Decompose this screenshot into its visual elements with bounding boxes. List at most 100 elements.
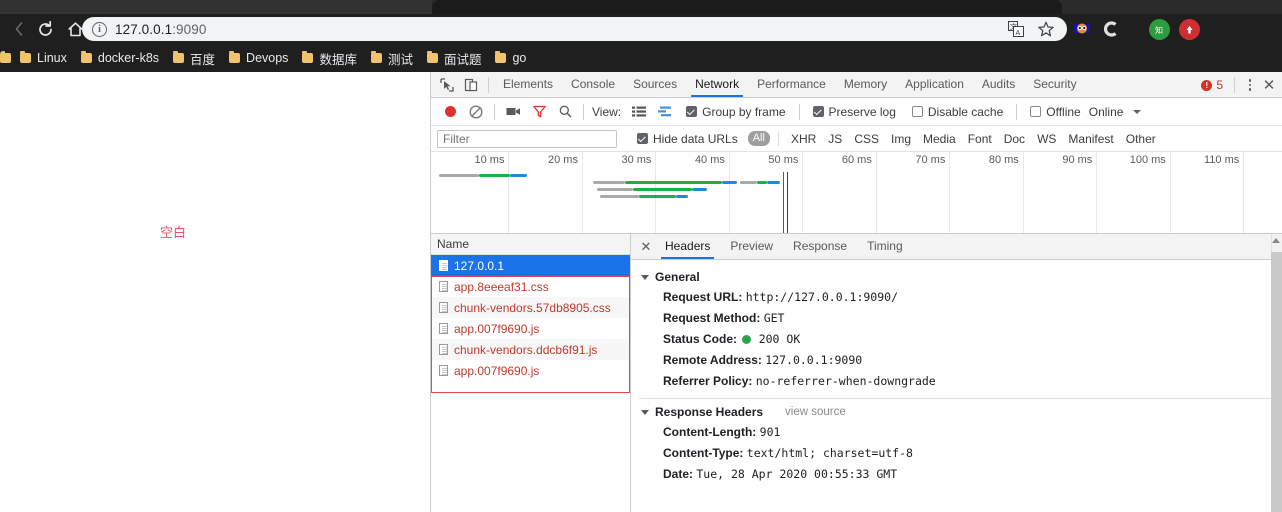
type-filter-font[interactable]: Font [962,132,998,146]
browser-tab-active[interactable] [432,0,1062,14]
reload-button[interactable] [32,16,58,42]
bookmark-item-7[interactable]: go [489,49,534,67]
filter-input[interactable] [437,129,617,148]
list-view-icon[interactable] [626,100,652,124]
type-filter-ws[interactable]: WS [1031,132,1062,146]
table-row[interactable]: app.007f9690.js [431,318,630,339]
overview-tick-label: 70 ms [915,154,946,166]
header-value: text/html; charset=utf-8 [746,446,913,460]
table-row[interactable]: app.007f9690.js [431,360,630,381]
record-button[interactable] [437,100,463,124]
scrollbar-thumb[interactable] [1271,252,1282,512]
devtools-tab-elements[interactable]: Elements [494,72,562,97]
offline-checkbox[interactable]: Offline [1030,104,1081,119]
waterfall-bar [739,181,757,184]
address-bar[interactable]: i 127.0.0.1:9090 文 A [82,17,1067,41]
section-response-headers-header[interactable]: Response Headers view source [639,401,1282,422]
disable-cache-checkbox[interactable]: Disable cache [911,104,1004,119]
translate-icon[interactable]: 文 A [1007,20,1025,38]
table-row[interactable]: app.8eeeaf31.css [431,276,630,297]
waterfall-bar [639,195,676,198]
waterfall-bar [600,195,640,198]
detail-tab-preview[interactable]: Preview [720,234,783,259]
bookmark-star-icon[interactable] [1037,20,1055,38]
type-filter-manifest[interactable]: Manifest [1062,132,1119,146]
group-by-frame-checkbox[interactable]: Group by frame [686,105,786,119]
clear-button[interactable] [463,100,489,124]
section-general-header[interactable]: General [639,266,1282,287]
throttling-value[interactable]: Online [1089,105,1124,119]
bookmark-item-3[interactable]: Devops [223,49,296,67]
omnibox-actions: 文 A [1007,20,1055,38]
address-bar-text: 127.0.0.1:9090 [115,22,207,37]
capture-screenshots-icon[interactable] [500,100,526,124]
device-toolbar-icon[interactable] [459,74,483,96]
overview-gridline [508,152,510,233]
filter-icon[interactable] [526,100,552,124]
detail-tab-response[interactable]: Response [783,234,857,259]
detail-tab-timing[interactable]: Timing [857,234,913,259]
bookmark-item-6[interactable]: 面试题 [421,47,490,70]
devtools-panel: Elements Console Sources Network Perform… [430,72,1282,512]
extension-icon-red[interactable] [1179,18,1200,40]
search-icon[interactable] [552,100,578,124]
type-filter-css[interactable]: CSS [848,132,885,146]
type-filter-img[interactable]: Img [885,132,917,146]
bookmark-label: docker-k8s [97,51,160,65]
svg-text:A: A [1016,30,1021,37]
site-info-icon[interactable]: i [92,21,107,37]
type-filter-all[interactable]: All [747,131,770,146]
devtools-tab-performance[interactable]: Performance [748,72,835,97]
request-list-header[interactable]: Name [431,234,630,255]
table-row[interactable]: chunk-vendors.ddcb6f91.js [431,339,630,360]
detail-close-icon[interactable]: ✕ [637,238,655,256]
detail-scrollbar[interactable] [1271,234,1282,512]
devtools-tab-network[interactable]: Network [686,72,748,97]
waterfall-view-icon[interactable] [652,100,678,124]
chevron-down-icon[interactable] [1133,109,1142,114]
devtools-tab-console[interactable]: Console [562,72,624,97]
type-filter-xhr[interactable]: XHR [785,132,822,146]
type-filter-media[interactable]: Media [917,132,962,146]
inspect-element-icon[interactable] [435,74,459,96]
extension-icon-c[interactable] [1101,19,1121,39]
request-name: chunk-vendors.57db8905.css [454,300,611,315]
devtools-tab-memory[interactable]: Memory [835,72,896,97]
type-filter-doc[interactable]: Doc [998,132,1031,146]
extension-icon-green[interactable]: 知 [1149,18,1170,40]
network-filter-bar: Hide data URLs All XHR JS CSS Img Media … [431,126,1282,152]
offline-label: Offline [1046,104,1081,119]
error-count-badge[interactable]: ! 5 [1201,78,1227,92]
header-row-request-method: Request Method: GET [639,308,1282,329]
table-row[interactable]: 127.0.0.1 [431,255,630,276]
document-icon [439,323,448,334]
bookmark-item-0[interactable]: Linux [14,49,75,67]
bookmark-item-4[interactable]: 数据库 [296,47,365,70]
preserve-log-checkbox[interactable]: Preserve log [812,105,896,119]
bookmark-item-partial[interactable] [0,51,14,65]
devtools-close-icon[interactable]: ✕ [1260,76,1278,94]
checkbox-icon [911,106,923,117]
devtools-tab-security[interactable]: Security [1024,72,1085,97]
type-filter-js[interactable]: JS [822,132,848,146]
overview-gridline [949,152,951,233]
view-source-link[interactable]: view source [785,406,846,418]
bookmark-item-1[interactable]: docker-k8s [75,49,167,67]
back-button[interactable] [6,16,32,42]
bookmark-item-5[interactable]: 测试 [365,47,421,70]
extension-icon-avatar[interactable] [1072,19,1092,39]
devtools-more-options-icon[interactable] [1242,79,1258,91]
scroll-up-arrow-icon[interactable] [1272,238,1280,243]
hide-data-urls-checkbox[interactable]: Hide data URLs [637,132,738,146]
table-row[interactable]: chunk-vendors.57db8905.css [431,297,630,318]
type-filter-other[interactable]: Other [1120,132,1162,146]
devtools-tab-audits[interactable]: Audits [973,72,1024,97]
detail-tab-headers[interactable]: Headers [655,234,720,259]
divider [777,131,779,146]
divider [798,103,800,120]
bookmark-item-2[interactable]: 百度 [167,47,223,70]
network-overview-waterfall[interactable]: 10 ms 20 ms 30 ms 40 ms 50 ms 60 ms 70 ms 80 ms… [431,152,1282,234]
disable-cache-label: Disable cache [927,104,1004,119]
devtools-tab-application[interactable]: Application [896,72,973,97]
devtools-tab-sources[interactable]: Sources [624,72,686,97]
